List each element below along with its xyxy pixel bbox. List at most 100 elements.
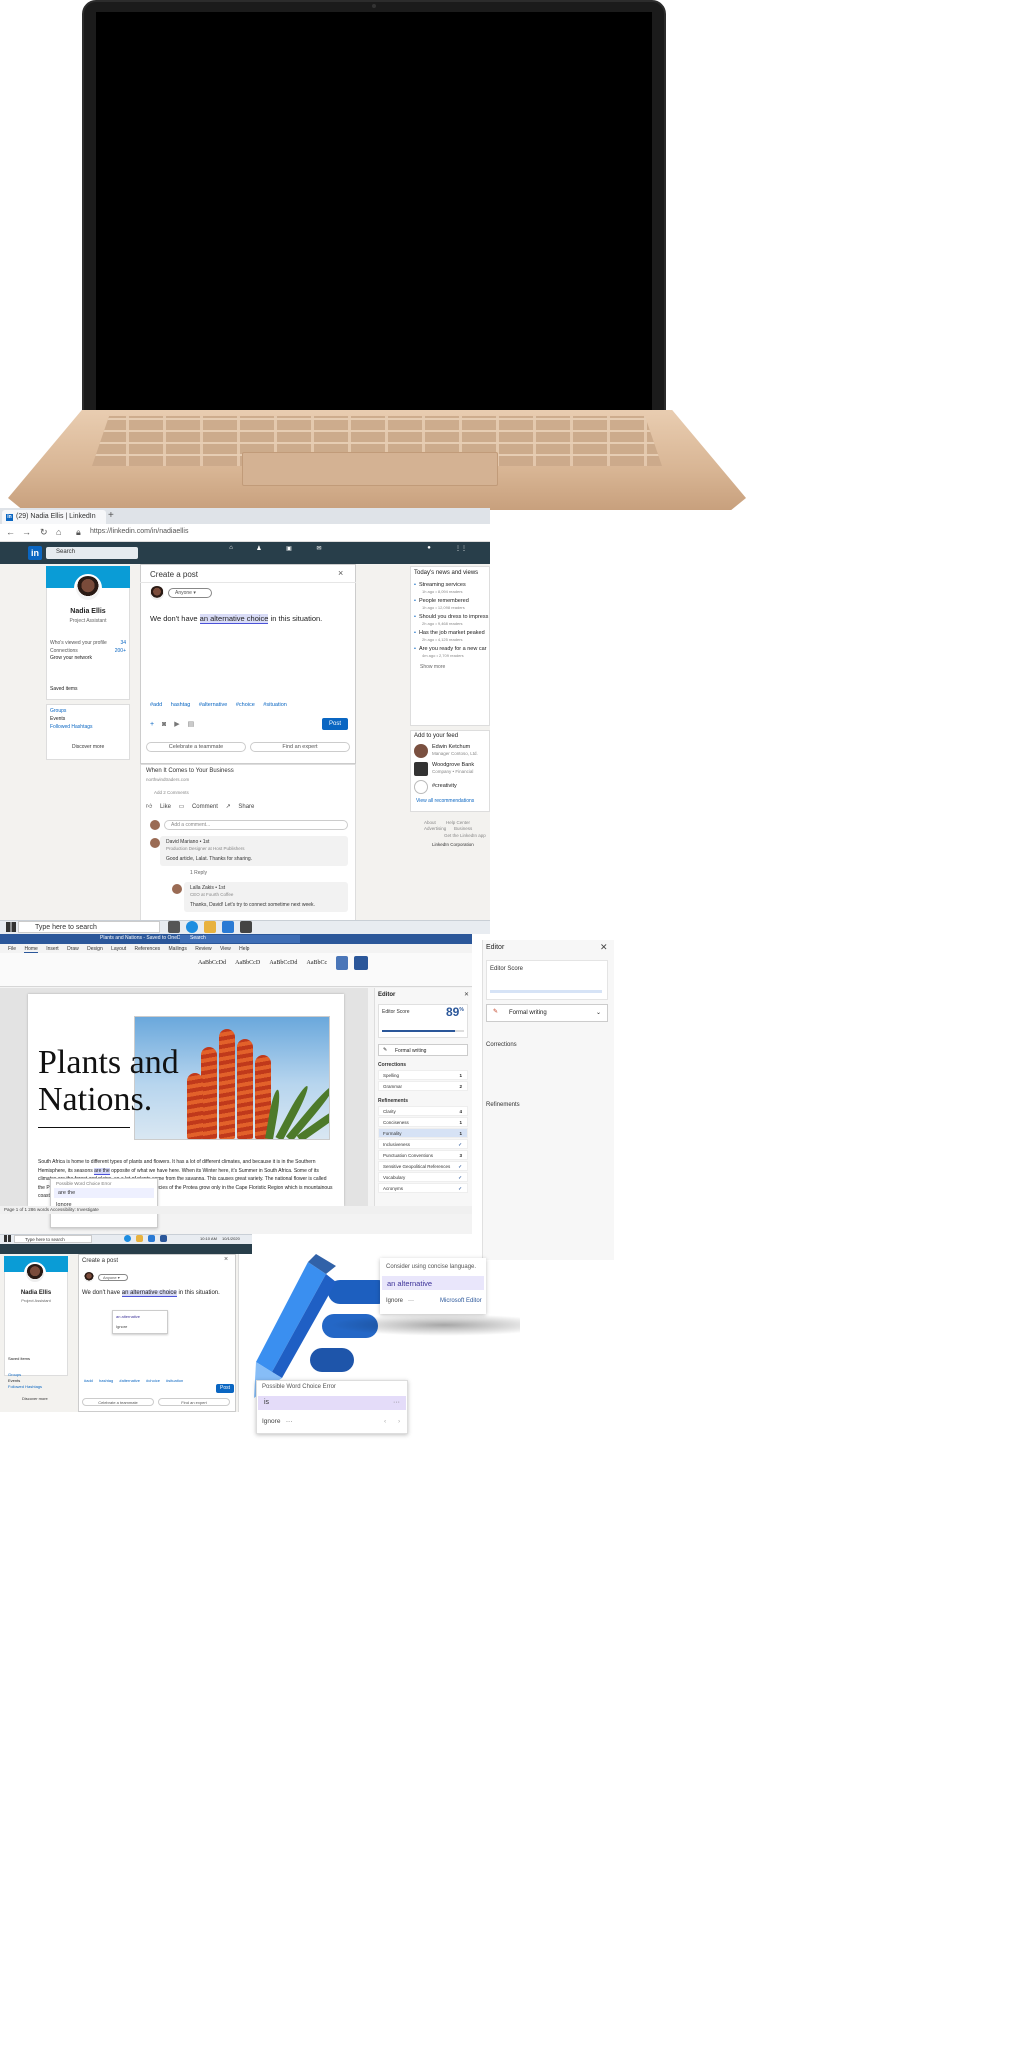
- home-nav-icon[interactable]: ⌂: [222, 545, 240, 551]
- view-all-link[interactable]: View all recommendations: [416, 798, 474, 804]
- menu-mailings[interactable]: Mailings: [169, 946, 187, 952]
- menu-design[interactable]: Design: [87, 946, 103, 952]
- forward-icon[interactable]: →: [22, 527, 31, 537]
- suggestion-option[interactable]: are the: [54, 1188, 154, 1198]
- audience-dropdown[interactable]: Anyone ▾: [168, 588, 212, 598]
- hashtag-list[interactable]: #add hashtag #alternative #choice #situa…: [84, 1378, 183, 1383]
- suggestion-option[interactable]: an alternative: [116, 1314, 140, 1319]
- windows-start-icon[interactable]: [6, 922, 16, 932]
- footer-link[interactable]: Business: [454, 826, 472, 831]
- flagged-phrase[interactable]: are the: [94, 1167, 110, 1175]
- linkedin-logo-icon[interactable]: in: [28, 546, 42, 560]
- dictate-icon[interactable]: [336, 956, 348, 970]
- like-button[interactable]: 👍︎ Like: [146, 804, 171, 810]
- back-icon[interactable]: ←: [6, 527, 15, 537]
- menu-insert[interactable]: Insert: [46, 946, 59, 952]
- profile-name[interactable]: Nadia Ellis: [46, 608, 130, 615]
- avatar[interactable]: [172, 884, 182, 894]
- avatar[interactable]: [74, 574, 102, 602]
- hashtag-list[interactable]: #add hashtag #alternative #choice #situa…: [150, 702, 287, 708]
- more-options-icon[interactable]: ···: [286, 1418, 293, 1425]
- celebrate-button[interactable]: Celebrate a teammate: [146, 742, 246, 752]
- store-icon[interactable]: [240, 921, 252, 933]
- style-heading-2[interactable]: AaBbCc: [307, 960, 328, 966]
- refinement-row[interactable]: Vocabulary ✓: [378, 1172, 468, 1182]
- followed-hashtags-link[interactable]: Followed Hashtags: [8, 1384, 42, 1389]
- correction-row[interactable]: Spelling 1: [378, 1070, 468, 1080]
- editor-icon[interactable]: [354, 956, 368, 970]
- browser-tab[interactable]: in (29) Nadia Ellis | LinkedIn: [2, 510, 106, 524]
- suggestion-name[interactable]: Woodgrove Bank: [432, 762, 474, 768]
- taskbar-search[interactable]: Type here to search: [18, 921, 160, 933]
- saved-items-link[interactable]: Saved items: [50, 686, 126, 692]
- feed-post-title[interactable]: When It Comes to Your Business: [146, 768, 234, 774]
- close-icon[interactable]: ✕: [464, 991, 469, 998]
- post-text[interactable]: We don't have an alternative choice in t…: [150, 614, 322, 624]
- messaging-nav-icon[interactable]: ✉: [310, 545, 328, 552]
- mail-icon[interactable]: [148, 1235, 155, 1242]
- comment-author[interactable]: David Mariano • 1st: [166, 839, 209, 845]
- edge-icon[interactable]: [124, 1235, 131, 1242]
- flagged-phrase[interactable]: an alternative choice: [121, 1290, 177, 1297]
- prev-icon[interactable]: ‹: [384, 1418, 386, 1425]
- search-input[interactable]: Search: [46, 547, 138, 559]
- menu-file[interactable]: File: [8, 946, 16, 952]
- news-item[interactable]: People remembered: [414, 598, 469, 604]
- refinement-row[interactable]: Clarity 4: [378, 1106, 468, 1116]
- events-link[interactable]: Events: [8, 1378, 20, 1383]
- events-link[interactable]: Events: [50, 716, 65, 722]
- profile-views-stat[interactable]: Who's viewed your profile 34: [50, 640, 126, 646]
- word-search[interactable]: Search: [180, 935, 300, 943]
- profile-name[interactable]: Nadia Ellis: [4, 1290, 68, 1296]
- post-text[interactable]: We don't have an alternative choice in t…: [82, 1290, 220, 1297]
- comment-input[interactable]: Add a comment...: [164, 820, 348, 830]
- refinement-row[interactable]: Sensitive Geopolitical References ✓: [378, 1161, 468, 1171]
- refinement-row[interactable]: Conciseness 1: [378, 1117, 468, 1127]
- document-heading[interactable]: Plants and Nations.: [38, 1044, 179, 1118]
- avatar[interactable]: [414, 744, 428, 758]
- followed-hashtags-link[interactable]: Followed Hashtags: [50, 724, 93, 730]
- find-expert-button[interactable]: Find an expert: [158, 1398, 230, 1406]
- avatar[interactable]: [24, 1262, 46, 1284]
- mail-icon[interactable]: [222, 921, 234, 933]
- windows-start-icon[interactable]: [4, 1235, 11, 1242]
- find-expert-button[interactable]: Find an expert: [250, 742, 350, 752]
- more-options-icon[interactable]: ···: [408, 1298, 414, 1304]
- style-no-spacing[interactable]: AaBbCcD: [235, 960, 260, 966]
- style-normal[interactable]: AaBbCcDd: [198, 960, 226, 966]
- replies-link[interactable]: 1 Reply: [190, 870, 207, 876]
- writing-mode-dropdown[interactable]: ✎ Formal writing: [378, 1044, 468, 1056]
- home-icon[interactable]: ⌂: [56, 527, 61, 537]
- task-view-icon[interactable]: [168, 921, 180, 933]
- footer-link[interactable]: Advertising: [424, 826, 446, 831]
- more-options-icon[interactable]: ···: [393, 1399, 400, 1406]
- jobs-nav-icon[interactable]: ▣: [280, 545, 298, 552]
- connections-stat[interactable]: Connections 200+: [50, 648, 126, 654]
- word-icon[interactable]: [160, 1235, 167, 1242]
- news-item[interactable]: Has the job market peaked: [414, 630, 485, 636]
- footer-link[interactable]: Get the LinkedIn app: [444, 833, 486, 838]
- hashtag-icon[interactable]: [414, 780, 428, 794]
- video-icon[interactable]: ▶: [174, 721, 179, 728]
- menu-review[interactable]: Review: [195, 946, 211, 952]
- next-icon[interactable]: ›: [398, 1418, 400, 1425]
- footer-link[interactable]: Help Center: [446, 820, 470, 825]
- saved-items-link[interactable]: Saved items: [8, 1356, 30, 1361]
- network-nav-icon[interactable]: ♟: [250, 545, 268, 552]
- work-nav-icon[interactable]: ⋮⋮: [452, 545, 470, 552]
- menu-help[interactable]: Help: [239, 946, 249, 952]
- news-item[interactable]: Streaming services: [414, 582, 466, 588]
- close-icon[interactable]: ×: [224, 1256, 228, 1263]
- taskbar-search[interactable]: Type here to search: [14, 1235, 92, 1243]
- close-icon[interactable]: ×: [338, 568, 343, 578]
- refinement-row[interactable]: Punctuation Conventions 3: [378, 1150, 468, 1160]
- suggestion-name[interactable]: Edwin Ketchum: [432, 744, 470, 750]
- menu-draw[interactable]: Draw: [67, 946, 79, 952]
- refinement-row[interactable]: Inclusiveness ✓: [378, 1139, 468, 1149]
- document-icon[interactable]: ▤: [188, 721, 195, 728]
- comment-author[interactable]: Lalla Zakis • 1st: [190, 885, 225, 891]
- refinement-row[interactable]: Acronyms ✓: [378, 1183, 468, 1193]
- company-logo-icon[interactable]: [414, 762, 428, 776]
- post-button[interactable]: Post: [216, 1384, 234, 1393]
- menu-view[interactable]: View: [220, 946, 231, 952]
